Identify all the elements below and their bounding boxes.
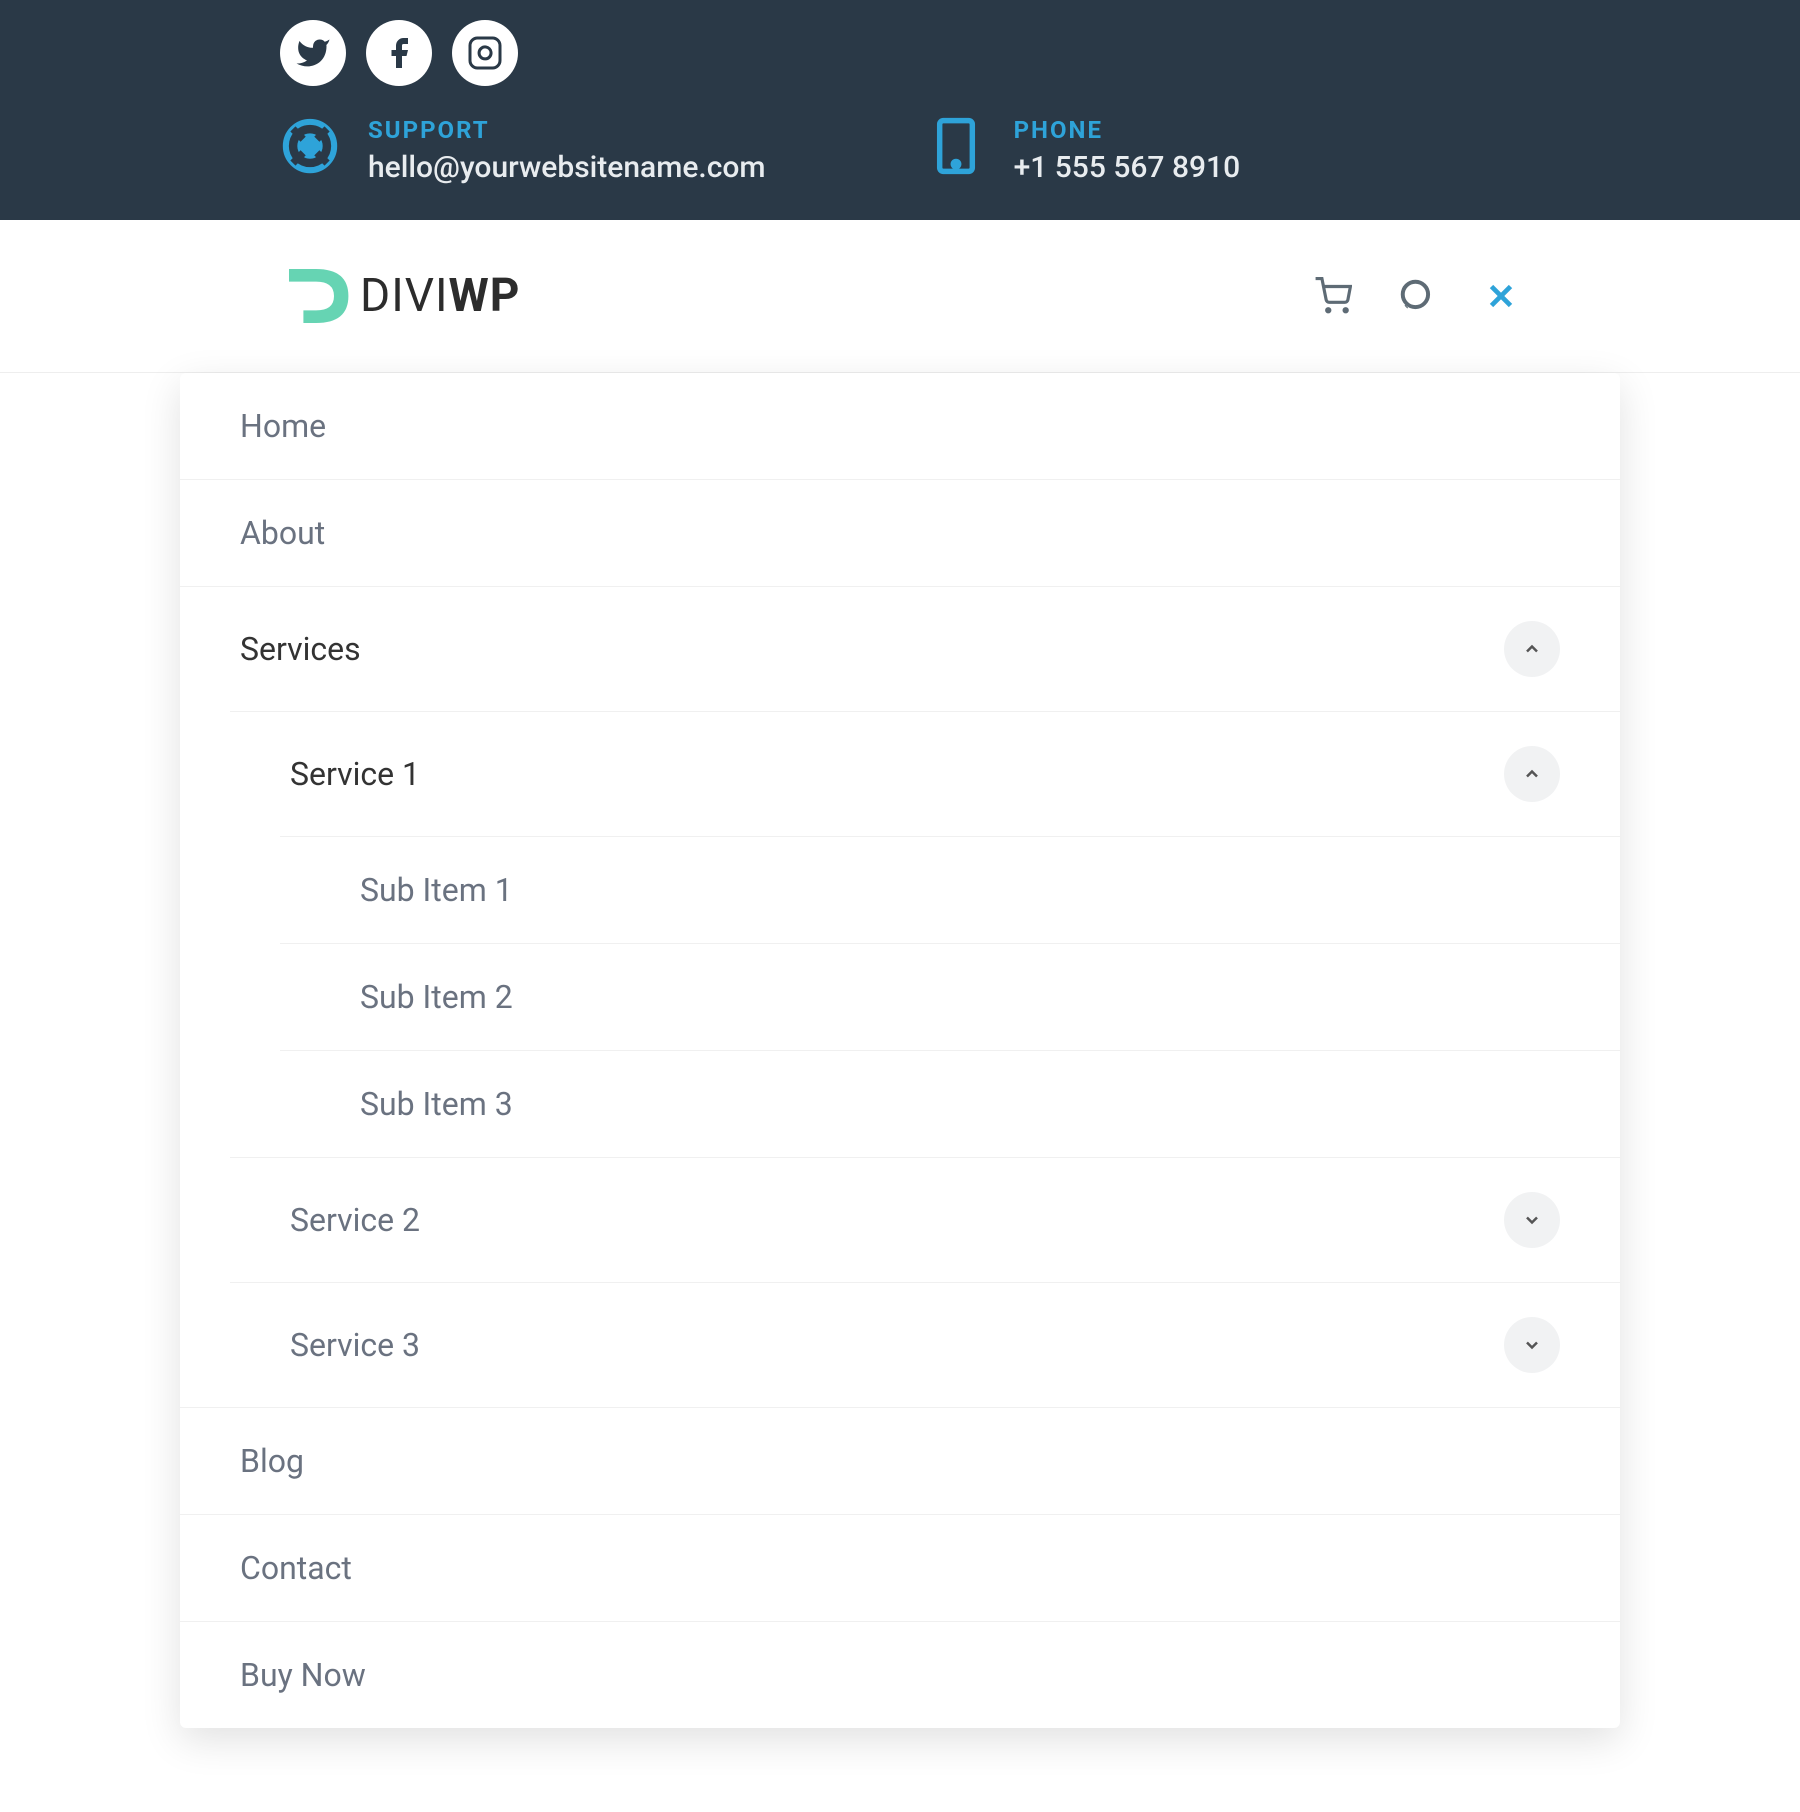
- phone-label: PHONE: [1014, 116, 1241, 144]
- topbar: SUPPORT hello@yourwebsitename.com PHONE …: [0, 0, 1800, 220]
- logo[interactable]: DIVIWP: [280, 260, 520, 332]
- menu-label: Sub Item 3: [360, 1085, 513, 1123]
- phone-block: PHONE +1 555 567 8910: [926, 116, 1241, 185]
- cart-icon: [1314, 277, 1352, 315]
- support-value[interactable]: hello@yourwebsitename.com: [368, 150, 766, 185]
- menu-label: Service 2: [290, 1201, 420, 1239]
- expand-toggle[interactable]: [1504, 1317, 1560, 1373]
- support-label: SUPPORT: [368, 116, 766, 144]
- menu-label: Sub Item 1: [360, 871, 513, 909]
- service1-submenu: Sub Item 1 Sub Item 2 Sub Item 3: [230, 836, 1620, 1157]
- mobile-menu-dropdown[interactable]: Home About Services Service 1: [180, 373, 1620, 1728]
- facebook-icon: [381, 35, 417, 71]
- support-icon: [280, 116, 340, 176]
- menu-item-contact[interactable]: Contact: [180, 1515, 1620, 1622]
- menu-item-about[interactable]: About: [180, 480, 1620, 587]
- collapse-toggle[interactable]: [1504, 746, 1560, 802]
- search-button[interactable]: [1398, 277, 1436, 315]
- menu-label: Service 1: [290, 755, 420, 793]
- chevron-up-icon: [1522, 764, 1542, 784]
- chevron-up-icon: [1522, 639, 1542, 659]
- submenu-item-service2[interactable]: Service 2: [230, 1157, 1620, 1282]
- instagram-link[interactable]: [452, 20, 518, 86]
- support-block: SUPPORT hello@yourwebsitename.com: [280, 116, 766, 185]
- subitem-3[interactable]: Sub Item 3: [280, 1050, 1620, 1157]
- chevron-down-icon: [1522, 1335, 1542, 1355]
- menu-label: Service 3: [290, 1326, 420, 1364]
- twitter-icon: [295, 35, 331, 71]
- instagram-icon: [467, 35, 503, 71]
- menu-label: Sub Item 2: [360, 978, 513, 1016]
- subitem-2[interactable]: Sub Item 2: [280, 943, 1620, 1050]
- phone-icon: [926, 116, 986, 176]
- services-submenu: Service 1 Sub Item 1 Sub Item 2: [180, 711, 1620, 1407]
- menu-label: Home: [240, 407, 326, 445]
- submenu-item-service1[interactable]: Service 1 Sub Item 1 Sub Item 2: [230, 711, 1620, 1157]
- menu-label: Buy Now: [240, 1656, 366, 1694]
- phone-value[interactable]: +1 555 567 8910: [1014, 150, 1241, 185]
- close-menu-button[interactable]: [1482, 277, 1520, 315]
- menu-label: About: [240, 514, 325, 552]
- facebook-link[interactable]: [366, 20, 432, 86]
- chevron-down-icon: [1522, 1210, 1542, 1230]
- logo-mark-icon: [280, 260, 352, 332]
- menu-label: Services: [240, 630, 361, 668]
- expand-toggle[interactable]: [1504, 1192, 1560, 1248]
- logo-text: DIVIWP: [360, 269, 520, 323]
- search-icon: [1398, 277, 1436, 315]
- menu-item-buynow[interactable]: Buy Now: [180, 1622, 1620, 1728]
- twitter-link[interactable]: [280, 20, 346, 86]
- menu-item-services[interactable]: Services Service 1 Sub Item 1: [180, 587, 1620, 1408]
- menu-item-blog[interactable]: Blog: [180, 1408, 1620, 1515]
- collapse-toggle[interactable]: [1504, 621, 1560, 677]
- menu-list: Home About Services Service 1: [180, 373, 1620, 1728]
- cart-button[interactable]: [1314, 277, 1352, 315]
- menu-label: Contact: [240, 1549, 352, 1587]
- close-icon: [1482, 277, 1520, 315]
- menu-label: Blog: [240, 1442, 304, 1480]
- social-icons-row: [280, 20, 1520, 86]
- menu-item-home[interactable]: Home: [180, 373, 1620, 480]
- header: DIVIWP: [0, 220, 1800, 373]
- subitem-1[interactable]: Sub Item 1: [280, 836, 1620, 943]
- submenu-item-service3[interactable]: Service 3: [230, 1282, 1620, 1407]
- contact-row: SUPPORT hello@yourwebsitename.com PHONE …: [280, 116, 1520, 185]
- header-actions: [1314, 277, 1520, 315]
